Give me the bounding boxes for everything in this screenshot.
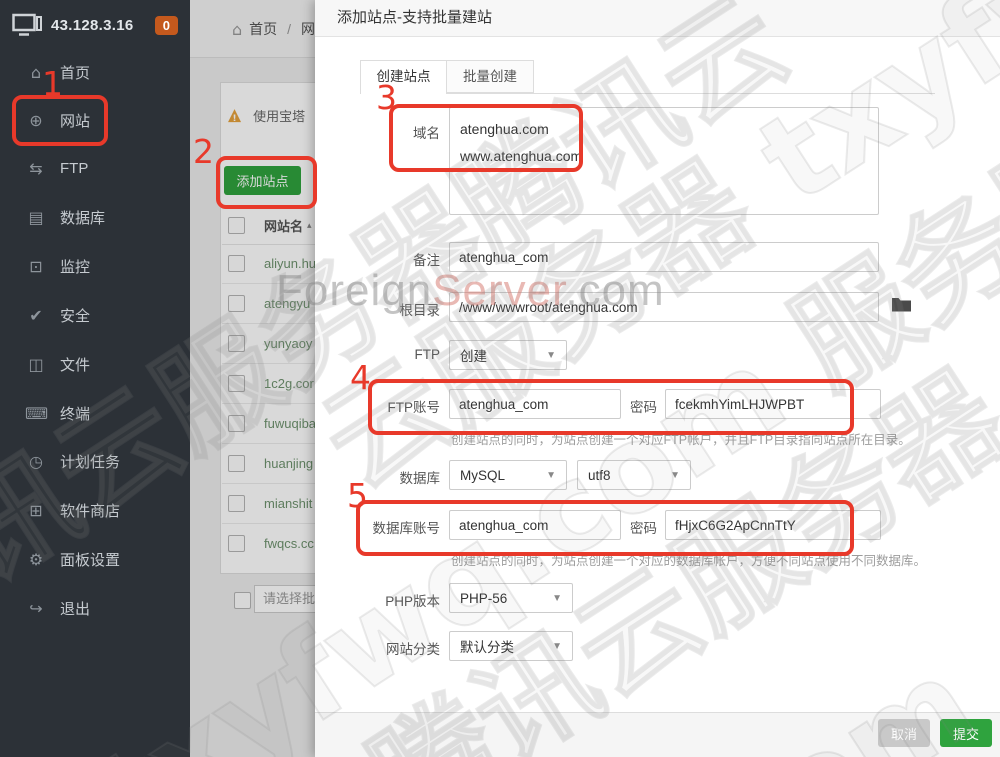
grid-appstore-icon: ⊞ xyxy=(29,500,43,520)
sidebar-item-label: 数据库 xyxy=(60,209,106,227)
php-version-value: PHP-56 xyxy=(460,590,508,606)
sidebar-item-appstore[interactable]: ⊞ 软件商店 xyxy=(0,490,190,530)
sidebar-item-label: 文件 xyxy=(60,356,91,374)
terminal-icon: ⌨ xyxy=(25,403,49,423)
chevron-down-icon: ▼ xyxy=(552,592,562,604)
sidebar-item-logout[interactable]: ↪ 退出 xyxy=(0,588,190,628)
sidebar-item-security[interactable]: ✔ 安全 xyxy=(0,295,190,335)
db-account-label: 数据库账号 xyxy=(372,521,441,536)
home-icon: ⌂ xyxy=(30,62,42,82)
sidebar-item-label: 安全 xyxy=(60,307,91,325)
server-ip: 43.128.3.16 xyxy=(51,16,134,34)
site-category-value: 默认分类 xyxy=(460,640,514,655)
clock-icon: ◷ xyxy=(29,451,43,471)
sidebar-item-label: 面板设置 xyxy=(60,551,121,569)
sidebar-header: 43.128.3.16 0 xyxy=(0,0,190,50)
sidebar: 43.128.3.16 0 ⌂ 首页 ⊕ 网站 ⇆ FTP ▤ 数据库 ⊡ 监控 ✔ 安全 … xyxy=(0,0,190,757)
site-category-label: 网站分类 xyxy=(386,642,440,657)
folder-icon: ◫ xyxy=(28,354,44,374)
modal-title-bar: 添加站点-支持批量建站 xyxy=(315,0,1000,37)
database-type-value: MySQL xyxy=(460,467,506,483)
monitor-icon: ⊡ xyxy=(29,256,43,276)
php-version-select[interactable]: PHP-56 ▼ xyxy=(449,583,573,613)
sidebar-item-files[interactable]: ◫ 文件 xyxy=(0,344,190,384)
tab-batch-create[interactable]: 批量创建 xyxy=(446,60,534,93)
ftp-password-label: 密码 xyxy=(630,400,657,415)
ftp-mode-value: 创建 xyxy=(460,349,487,364)
sidebar-item-website[interactable]: ⊕ 网站 xyxy=(0,100,190,140)
sidebar-item-label: 终端 xyxy=(60,405,91,423)
add-site-modal: 添加站点-支持批量建站 创建站点 批量创建 域名 atenghua.com ww… xyxy=(315,0,1000,757)
root-dir-input[interactable] xyxy=(449,292,879,322)
website-globe-icon: ⊕ xyxy=(29,110,43,130)
server-monitor-icon xyxy=(12,13,42,36)
sidebar-item-monitor[interactable]: ⊡ 监控 xyxy=(0,246,190,286)
sidebar-item-label: 网站 xyxy=(60,112,91,130)
chevron-down-icon: ▼ xyxy=(670,469,680,481)
cancel-button[interactable]: 取消 xyxy=(878,719,930,747)
gear-icon: ⚙ xyxy=(28,549,44,569)
modal-title: 添加站点-支持批量建站 xyxy=(337,9,492,26)
note-input[interactable] xyxy=(449,242,879,272)
database-charset-value: utf8 xyxy=(588,467,611,483)
db-password-input[interactable] xyxy=(665,510,881,540)
submit-button[interactable]: 提交 xyxy=(940,719,992,747)
database-type-select[interactable]: MySQL ▼ xyxy=(449,460,567,490)
chevron-down-icon: ▼ xyxy=(552,640,562,652)
sidebar-item-database[interactable]: ▤ 数据库 xyxy=(0,197,190,237)
database-charset-select[interactable]: utf8 ▼ xyxy=(577,460,691,490)
chevron-down-icon: ▼ xyxy=(546,469,556,481)
sidebar-item-settings[interactable]: ⚙ 面板设置 xyxy=(0,539,190,579)
ftp-account-input[interactable] xyxy=(449,389,621,419)
ftp-label: FTP xyxy=(414,347,441,362)
db-account-input[interactable] xyxy=(449,510,621,540)
php-version-label: PHP版本 xyxy=(385,594,440,609)
domain-textarea[interactable]: atenghua.com www.atenghua.com xyxy=(449,107,879,215)
logout-icon: ↪ xyxy=(29,598,43,618)
sidebar-item-ftp[interactable]: ⇆ FTP xyxy=(0,148,190,188)
sidebar-item-home[interactable]: ⌂ 首页 xyxy=(0,52,190,92)
site-category-select[interactable]: 默认分类 ▼ xyxy=(449,631,573,661)
database-icon: ▤ xyxy=(28,207,44,227)
sidebar-item-terminal[interactable]: ⌨ 终端 xyxy=(0,393,190,433)
ftp-help-text: 创建站点的同时，为站点创建一个对应FTP帐户，并且FTP目录指向站点所在目录。 xyxy=(451,433,911,447)
browse-folder-icon[interactable] xyxy=(891,296,912,317)
ftp-mode-select[interactable]: 创建 ▼ xyxy=(449,340,567,370)
root-dir-label: 根目录 xyxy=(399,303,441,318)
sidebar-item-label: 退出 xyxy=(60,600,91,618)
db-password-label: 密码 xyxy=(630,521,657,536)
sidebar-item-label: 监控 xyxy=(60,258,91,276)
db-help-text: 创建站点的同时，为站点创建一个对应的数据库帐户，方便不同站点使用不同数据库。 xyxy=(451,554,927,568)
sidebar-item-label: 首页 xyxy=(60,64,91,82)
ftp-password-input[interactable] xyxy=(665,389,881,419)
security-shield-icon: ✔ xyxy=(29,305,43,325)
ftp-account-label: FTP账号 xyxy=(387,400,441,415)
tab-create-site[interactable]: 创建站点 xyxy=(360,60,447,94)
sidebar-item-label: 计划任务 xyxy=(60,453,121,471)
sidebar-item-label: FTP xyxy=(60,159,89,177)
ftp-transfer-icon: ⇆ xyxy=(29,158,43,178)
database-label: 数据库 xyxy=(399,471,441,486)
sidebar-item-label: 软件商店 xyxy=(60,502,121,520)
note-label: 备注 xyxy=(413,253,440,268)
message-count-badge[interactable]: 0 xyxy=(154,15,178,35)
chevron-down-icon: ▼ xyxy=(546,349,556,361)
sidebar-item-cron[interactable]: ◷ 计划任务 xyxy=(0,441,190,481)
screen: 43.128.3.16 0 ⌂ 首页 ⊕ 网站 ⇆ FTP ▤ 数据库 ⊡ 监控 ✔ 安全 … xyxy=(0,0,1000,757)
domain-label: 域名 xyxy=(413,126,440,141)
